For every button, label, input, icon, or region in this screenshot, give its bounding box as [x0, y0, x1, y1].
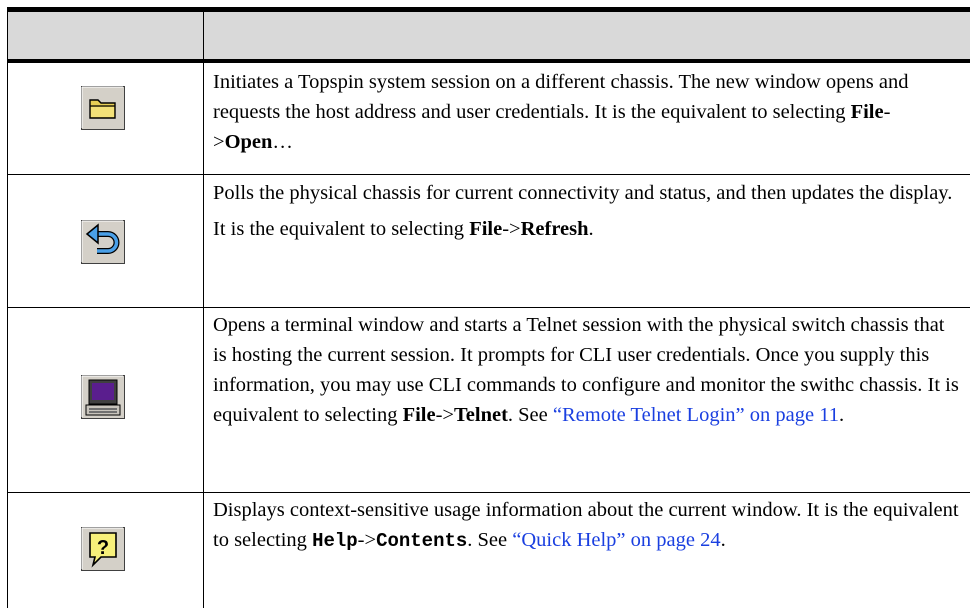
- menu-file: File: [469, 218, 503, 240]
- row-divider: [7, 174, 970, 175]
- row-help-description: Displays context-sensitive usage informa…: [213, 495, 961, 556]
- menu-item-contents: Contents: [376, 530, 468, 552]
- menu-help: Help: [312, 530, 358, 552]
- menu-file: File: [850, 101, 884, 123]
- see-text: . See: [467, 529, 513, 551]
- telnet-description-text: Opens a terminal window and starts a Tel…: [213, 310, 961, 430]
- period: .: [588, 218, 594, 240]
- table-border-left: [7, 12, 8, 608]
- see-text: . See: [507, 404, 553, 426]
- header-cell-icon: [7, 12, 203, 59]
- svg-text:?: ?: [97, 537, 109, 559]
- open-text: Initiates a Topspin system session on a …: [213, 71, 909, 123]
- column-divider: [203, 12, 204, 608]
- open-description-text: Initiates a Topspin system session on a …: [213, 67, 961, 157]
- row-divider: [7, 492, 970, 493]
- header-rule: [7, 59, 970, 63]
- terminal-icon: [81, 375, 125, 424]
- help-description-text: Displays context-sensitive usage informa…: [213, 495, 961, 556]
- refresh-equivalent-text: It is the equivalent to selecting: [213, 218, 470, 240]
- refresh-arrow-icon: [81, 220, 125, 269]
- row-divider: [7, 307, 970, 308]
- menu-item-refresh: Refresh: [520, 218, 589, 240]
- menu-arrow: ->: [435, 404, 454, 426]
- remote-telnet-login-link[interactable]: “Remote Telnet Login” on page 11: [553, 404, 839, 426]
- refresh-equivalent: It is the equivalent to selecting File->…: [213, 214, 961, 244]
- ellipsis: …: [272, 131, 293, 153]
- period: .: [838, 404, 845, 426]
- menu-item-open: Open: [224, 131, 273, 153]
- header-cell-description: [204, 12, 970, 59]
- menu-file: File: [402, 404, 436, 426]
- open-folder-icon: [81, 86, 125, 135]
- menu-arrow: ->: [502, 218, 521, 240]
- help-question-icon: ?: [81, 527, 125, 576]
- row-telnet-description: Opens a terminal window and starts a Tel…: [213, 310, 961, 430]
- refresh-text: Polls the physical chassis for current c…: [213, 182, 953, 204]
- row-open-description: Initiates a Topspin system session on a …: [213, 67, 961, 157]
- quick-help-link[interactable]: “Quick Help” on page 24: [512, 529, 720, 551]
- row-refresh-description: Polls the physical chassis for current c…: [213, 178, 961, 244]
- menu-item-telnet: Telnet: [453, 404, 508, 426]
- menu-arrow: ->: [357, 529, 377, 551]
- period: .: [720, 529, 726, 551]
